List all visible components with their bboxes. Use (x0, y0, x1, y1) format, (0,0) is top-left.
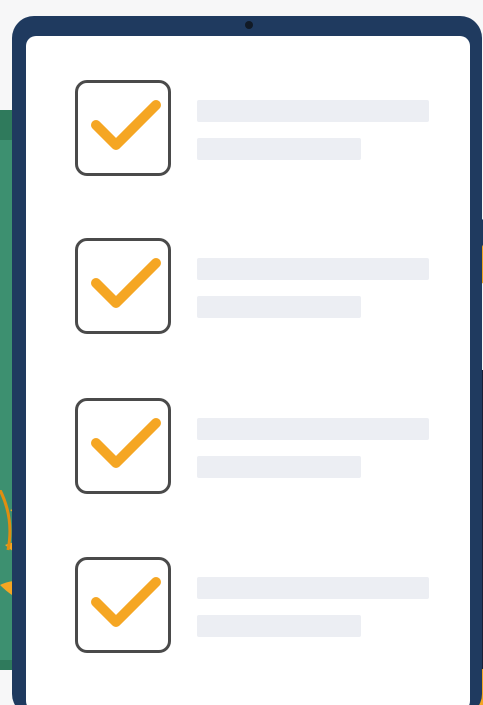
placeholder-line-short (197, 615, 361, 637)
check-icon (91, 258, 161, 308)
placeholder-line-long (197, 100, 429, 122)
checkbox (75, 557, 171, 653)
check-icon (91, 100, 161, 150)
checklist-item (75, 557, 435, 657)
tablet-camera (245, 21, 253, 29)
checkbox (75, 80, 171, 176)
checklist-item (75, 238, 435, 338)
placeholder-line-long (197, 258, 429, 280)
placeholder-line-short (197, 138, 361, 160)
checklist-item (75, 80, 435, 180)
check-icon (91, 577, 161, 627)
check-icon (91, 418, 161, 468)
placeholder-line-short (197, 296, 361, 318)
placeholder-line-short (197, 456, 361, 478)
checkbox (75, 398, 171, 494)
checkbox (75, 238, 171, 334)
placeholder-line-long (197, 577, 429, 599)
placeholder-line-long (197, 418, 429, 440)
checklist-illustration (0, 0, 483, 705)
checklist-item (75, 398, 435, 498)
